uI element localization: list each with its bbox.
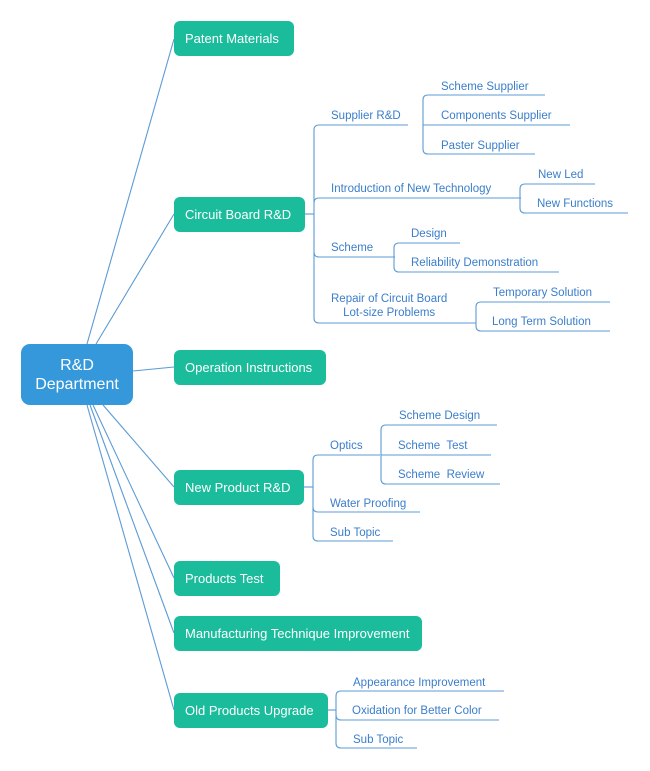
- topic-patent-materials[interactable]: Patent Materials: [174, 21, 294, 56]
- subtopic-components-supplier[interactable]: Components Supplier: [441, 109, 552, 123]
- link-circuit-board: [95, 213, 175, 345]
- topic-operation-instructions[interactable]: Operation Instructions: [174, 350, 326, 385]
- subtopic-new-functions[interactable]: New Functions: [537, 197, 613, 211]
- root-label-line1: R&D: [60, 356, 94, 374]
- subtopic-paster-supplier[interactable]: Paster Supplier: [441, 139, 520, 153]
- subtopic-design[interactable]: Design: [411, 227, 447, 241]
- subtopic-repair-line1: Repair of Circuit Board: [331, 293, 448, 305]
- subtopic-appearance-improvement[interactable]: Appearance Improvement: [353, 676, 485, 690]
- subtopic-scheme[interactable]: Scheme: [331, 241, 373, 255]
- root-node-rd-department[interactable]: R&D Department: [21, 344, 133, 405]
- topic-circuit-board-rd[interactable]: Circuit Board R&D: [174, 197, 305, 232]
- subtopic-new-led[interactable]: New Led: [538, 168, 583, 182]
- topic-manufacturing-technique-improvement[interactable]: Manufacturing Technique Improvement: [174, 616, 422, 651]
- subtopic-scheme-design[interactable]: Scheme Design: [399, 409, 480, 423]
- topic-old-products-upgrade[interactable]: Old Products Upgrade: [174, 693, 328, 728]
- subtopic-water-proofing[interactable]: Water Proofing: [330, 497, 406, 511]
- subtopic-long-term-solution[interactable]: Long Term Solution: [492, 315, 591, 329]
- subtopic-temporary-solution[interactable]: Temporary Solution: [493, 286, 592, 300]
- subtopic-introduction-new-technology[interactable]: Introduction of New Technology: [331, 182, 491, 196]
- root-label-line2: Department: [35, 375, 119, 393]
- subtopic-sub-topic-old[interactable]: Sub Topic: [353, 733, 403, 747]
- subtopic-supplier-rd[interactable]: Supplier R&D: [331, 109, 401, 123]
- subtopic-repair-circuit-board[interactable]: Repair of Circuit Board Lot-size Problem…: [331, 292, 447, 320]
- subtopic-scheme-supplier[interactable]: Scheme Supplier: [441, 80, 529, 94]
- link-operation-instructions: [132, 366, 175, 372]
- subtopic-scheme-test[interactable]: Scheme Test: [398, 439, 467, 453]
- subtopic-sub-topic[interactable]: Sub Topic: [330, 526, 380, 540]
- subtopic-reliability-demonstration[interactable]: Reliability Demonstration: [411, 256, 538, 270]
- link-old-products: [86, 404, 175, 711]
- subtopic-optics[interactable]: Optics: [330, 439, 363, 453]
- link-patent-materials: [86, 38, 175, 345]
- topic-products-test[interactable]: Products Test: [174, 561, 280, 596]
- link-products-test: [92, 404, 175, 579]
- subtopic-repair-line2: Lot-size Problems: [343, 307, 436, 319]
- subtopic-oxidation-better-color[interactable]: Oxidation for Better Color: [352, 704, 482, 718]
- link-new-product: [102, 404, 175, 488]
- subtopic-scheme-review[interactable]: Scheme Review: [398, 468, 484, 482]
- topic-new-product-rd[interactable]: New Product R&D: [174, 470, 304, 505]
